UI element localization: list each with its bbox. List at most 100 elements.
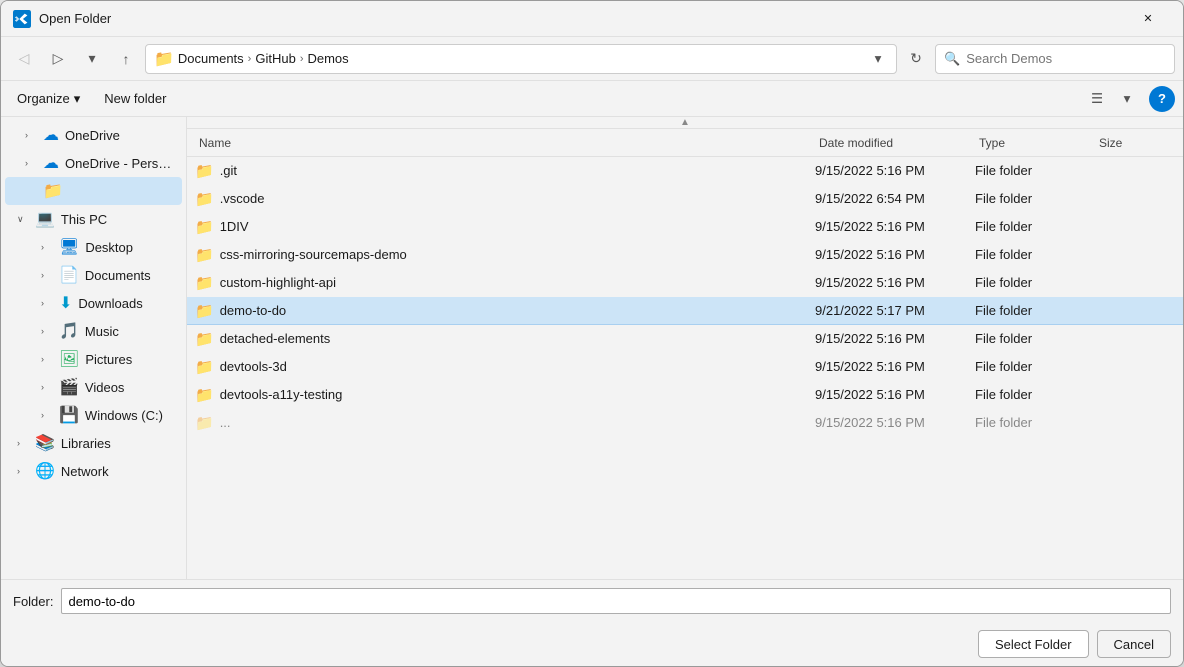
folder-label-row: Folder: — [1, 580, 1183, 622]
col-type-label: Type — [979, 136, 1005, 150]
sidebar-item-music[interactable]: › 🎵 Music — [5, 317, 182, 345]
sidebar-item-network[interactable]: › 🌐 Network — [5, 457, 182, 485]
sidebar-item-selected-folder[interactable]: 📁 — [5, 177, 182, 205]
refresh-button[interactable]: ↻ — [901, 44, 931, 74]
breadcrumb-dropdown-button[interactable]: ▾ — [868, 49, 888, 69]
sidebar-item-label: Desktop — [85, 240, 133, 255]
view-list-icon: ☰ — [1091, 91, 1103, 107]
network-icon: 🌐 — [35, 461, 55, 481]
chevron-icon: › — [41, 242, 53, 252]
close-button[interactable]: ✕ — [1125, 3, 1171, 35]
file-date-cell: 9/15/2022 6:54 PM — [815, 191, 975, 206]
sidebar-item-downloads[interactable]: › ⬇ Downloads — [5, 289, 182, 317]
table-row[interactable]: 📁 devtools-3d 9/15/2022 5:16 PM File fol… — [187, 353, 1183, 381]
file-name-cell: 📁 1DIV — [195, 218, 815, 236]
downloads-icon: ⬇ — [59, 293, 72, 313]
col-header-type[interactable]: Type — [975, 129, 1095, 156]
open-folder-dialog: Open Folder ✕ ◁ ▷ ▾ ↑ 📁 Documents › GitH… — [0, 0, 1184, 667]
chevron-icon: ∨ — [17, 214, 29, 225]
search-bar[interactable]: 🔍 — [935, 44, 1175, 74]
sidebar-item-label: Music — [85, 324, 119, 339]
chevron-icon: › — [41, 270, 53, 280]
new-folder-label: New folder — [104, 91, 166, 106]
address-bar[interactable]: 📁 Documents › GitHub › Demos ▾ — [145, 44, 897, 74]
folder-name-input[interactable] — [61, 588, 1171, 614]
sidebar-item-onedrive[interactable]: › ☁ OneDrive — [5, 121, 182, 149]
windows-c-icon: 💾 — [59, 405, 79, 425]
forward-button[interactable]: ▷ — [43, 44, 73, 74]
view-options-button[interactable]: ▾ — [1113, 86, 1141, 112]
chevron-icon: › — [41, 410, 53, 420]
col-name-label: Name — [199, 136, 231, 150]
file-folder-icon: 📁 — [195, 414, 214, 432]
sidebar-item-label: OneDrive - Perso... — [65, 156, 174, 171]
address-folder-icon: 📁 — [154, 49, 174, 69]
cancel-button[interactable]: Cancel — [1097, 630, 1171, 658]
new-folder-button[interactable]: New folder — [96, 86, 174, 112]
file-folder-icon: 📁 — [195, 330, 214, 348]
file-name-text: devtools-3d — [220, 359, 287, 374]
this-pc-icon: 💻 — [35, 209, 55, 229]
file-name-text: devtools-a11y-testing — [220, 387, 343, 402]
breadcrumb: Documents › GitHub › Demos — [178, 51, 864, 66]
organize-button[interactable]: Organize ▾ — [9, 86, 88, 112]
file-name-text: detached-elements — [220, 331, 331, 346]
breadcrumb-part-documents: Documents — [178, 51, 244, 66]
file-date-cell: 9/15/2022 5:16 PM — [815, 275, 975, 290]
sidebar-item-desktop[interactable]: › 🖥 Desktop — [5, 233, 182, 261]
file-folder-icon: 📁 — [195, 274, 214, 292]
file-name-cell: 📁 detached-elements — [195, 330, 815, 348]
dropdown-button[interactable]: ▾ — [77, 44, 107, 74]
file-folder-icon: 📁 — [195, 358, 214, 376]
back-button[interactable]: ◁ — [9, 44, 39, 74]
table-row[interactable]: 📁 demo-to-do 9/21/2022 5:17 PM File fold… — [187, 297, 1183, 325]
table-row[interactable]: 📁 .vscode 9/15/2022 6:54 PM File folder — [187, 185, 1183, 213]
file-date-cell: 9/15/2022 5:16 PM — [815, 163, 975, 178]
table-row[interactable]: 📁 css-mirroring-sourcemaps-demo 9/15/202… — [187, 241, 1183, 269]
file-list-body: 📁 .git 9/15/2022 5:16 PM File folder 📁 .… — [187, 157, 1183, 579]
file-date-cell: 9/21/2022 5:17 PM — [815, 303, 975, 318]
pictures-icon: 🖼 — [59, 349, 79, 369]
select-folder-button[interactable]: Select Folder — [978, 630, 1089, 658]
table-row[interactable]: 📁 .git 9/15/2022 5:16 PM File folder — [187, 157, 1183, 185]
table-row[interactable]: 📁 1DIV 9/15/2022 5:16 PM File folder — [187, 213, 1183, 241]
sidebar: › ☁ OneDrive › ☁ OneDrive - Perso... 📁 ∨… — [1, 117, 187, 579]
refresh-icon: ↻ — [910, 50, 922, 67]
folder-icon: 📁 — [43, 181, 63, 201]
search-input[interactable] — [966, 51, 1166, 66]
videos-icon: 🎬 — [59, 377, 79, 397]
sidebar-item-label: OneDrive — [65, 128, 120, 143]
sidebar-item-documents[interactable]: › 📄 Documents — [5, 261, 182, 289]
sidebar-item-libraries[interactable]: › 📚 Libraries — [5, 429, 182, 457]
up-button[interactable]: ↑ — [111, 44, 141, 74]
organize-chevron: ▾ — [74, 91, 81, 107]
table-row[interactable]: 📁 devtools-a11y-testing 9/15/2022 5:16 P… — [187, 381, 1183, 409]
table-row[interactable]: 📁 custom-highlight-api 9/15/2022 5:16 PM… — [187, 269, 1183, 297]
col-header-date[interactable]: Date modified — [815, 129, 975, 156]
sidebar-item-pictures[interactable]: › 🖼 Pictures — [5, 345, 182, 373]
col-header-name[interactable]: Name — [195, 129, 815, 156]
file-list: ▲ Name Date modified Type Size 📁 — [187, 117, 1183, 579]
title-bar: Open Folder ✕ — [1, 1, 1183, 37]
file-name-text: css-mirroring-sourcemaps-demo — [220, 247, 407, 262]
back-icon: ◁ — [19, 50, 30, 67]
col-header-size[interactable]: Size — [1095, 129, 1175, 156]
file-date-cell: 9/15/2022 5:16 PM — [815, 359, 975, 374]
sidebar-item-videos[interactable]: › 🎬 Videos — [5, 373, 182, 401]
sidebar-item-windows-c[interactable]: › 💾 Windows (C:) — [5, 401, 182, 429]
file-name-cell: 📁 devtools-3d — [195, 358, 815, 376]
scroll-up-icon: ▲ — [680, 117, 690, 128]
help-button[interactable]: ? — [1149, 86, 1175, 112]
table-row[interactable]: 📁 ... 9/15/2022 5:16 PM File folder — [187, 409, 1183, 437]
sidebar-item-onedrive-personal[interactable]: › ☁ OneDrive - Perso... — [5, 149, 182, 177]
col-date-label: Date modified — [819, 136, 893, 150]
sidebar-item-this-pc[interactable]: ∨ 💻 This PC — [5, 205, 182, 233]
file-name-cell: 📁 ... — [195, 414, 815, 432]
organize-label: Organize — [17, 91, 70, 106]
documents-icon: 📄 — [59, 265, 79, 285]
table-row[interactable]: 📁 detached-elements 9/15/2022 5:16 PM Fi… — [187, 325, 1183, 353]
sidebar-item-label: Libraries — [61, 436, 111, 451]
view-list-button[interactable]: ☰ — [1083, 86, 1111, 112]
toolbar: Organize ▾ New folder ☰ ▾ ? — [1, 81, 1183, 117]
action-row: Select Folder Cancel — [1, 622, 1183, 666]
